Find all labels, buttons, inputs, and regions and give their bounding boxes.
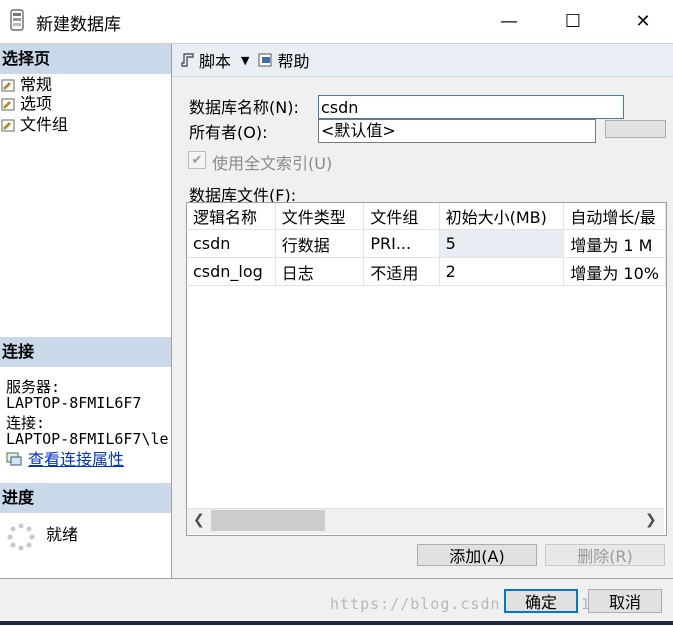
script-button[interactable]: 脚本 [180,48,231,72]
wrench-page-icon [1,98,15,111]
spinner-icon [7,523,35,551]
help-button[interactable]: 帮助 [257,48,310,72]
table-cell[interactable]: 不适用 [363,257,440,286]
owner-label: 所有者(O): [189,123,268,142]
sidebar-item-label: 选项 [20,94,53,113]
table-cell[interactable]: 日志 [275,257,365,286]
close-button[interactable]: ✕ [620,0,666,43]
toolbar: 脚本 ▼ 帮助 [172,44,673,77]
table-cell[interactable]: PRI... [363,229,440,258]
close-icon: ✕ [635,11,651,32]
window-bottom-edge [0,621,673,625]
select-page-header: 选择页 [0,44,171,74]
column-header[interactable]: 文件组 [363,203,440,230]
progress-status: 就绪 [46,525,79,544]
server-value: LAPTOP-8FMIL6F7 [6,394,142,412]
table-row[interactable]: csdn 行数据 PRI... 5 增量为 1 M [187,229,666,258]
wrench-page-icon [1,79,15,92]
database-icon [10,9,24,31]
view-connection-properties-link[interactable]: 查看连接属性 [6,446,124,470]
scroll-left-icon[interactable]: ❮ [193,512,205,528]
column-header[interactable]: 逻辑名称 [187,203,276,230]
minimize-button[interactable]: — [486,0,532,43]
table-row[interactable]: csdn_log 日志 不适用 2 增量为 10% [187,257,666,286]
sidebar-item-options[interactable]: 选项 [0,94,52,114]
sidebar-item-filegroups[interactable]: 文件组 [0,115,68,135]
add-button[interactable]: 添加(A) [417,544,537,566]
grid-header-row: 逻辑名称 文件类型 文件组 初始大小(MB) 自动增长/最 [187,203,666,230]
script-dropdown[interactable]: ▼ [241,54,249,67]
sidebar-item-general[interactable]: 常规 [0,75,53,95]
table-cell[interactable]: 2 [439,257,565,286]
progress-header: 进度 [0,483,171,513]
remove-button[interactable]: 删除(R) [545,544,665,566]
title-bar: 新建数据库 — ☐ ✕ [0,0,673,44]
owner-browse-button[interactable] [605,120,666,138]
connection-header: 连接 [0,337,171,367]
column-header[interactable]: 文件类型 [275,203,365,230]
ok-button[interactable]: 确定 [504,589,578,613]
table-cell[interactable]: 行数据 [275,229,365,258]
column-header[interactable]: 初始大小(MB) [439,203,565,230]
minimize-icon: — [500,11,518,32]
table-cell[interactable]: 5 [439,229,565,258]
checkmark-icon: ✔ [191,152,203,168]
table-cell[interactable]: 增量为 1 M [563,229,666,258]
view-connection-properties-label: 查看连接属性 [28,450,125,469]
fulltext-label: 使用全文索引(U) [212,154,333,173]
wrench-page-icon [1,119,15,132]
db-name-label: 数据库名称(N): [189,98,299,117]
help-icon [258,53,272,67]
help-label: 帮助 [277,52,310,71]
scroll-right-icon[interactable]: ❯ [645,512,657,528]
maximize-icon: ☐ [564,11,582,32]
column-header[interactable]: 自动增长/最 [563,203,666,230]
owner-input[interactable]: <默认值> [318,119,596,143]
table-cell[interactable]: 增量为 10% [563,257,666,286]
table-cell[interactable]: csdn [187,229,276,258]
fulltext-checkbox[interactable]: ✔ [188,151,206,169]
table-cell[interactable]: csdn_log [187,257,276,286]
properties-icon [6,452,22,466]
sidebar-item-label: 文件组 [20,115,69,134]
window-title: 新建数据库 [36,15,121,35]
script-icon [181,53,194,67]
scrollbar-thumb[interactable] [211,510,325,531]
maximize-button[interactable]: ☐ [550,0,596,43]
cancel-button[interactable]: 取消 [588,589,662,613]
script-label: 脚本 [199,52,232,71]
db-files-grid[interactable]: 逻辑名称 文件类型 文件组 初始大小(MB) 自动增长/最 csdn 行数据 P… [186,202,667,536]
db-name-input[interactable]: csdn [318,95,624,119]
sidebar-item-label: 常规 [20,75,53,95]
chevron-down-icon: ▼ [241,53,250,67]
